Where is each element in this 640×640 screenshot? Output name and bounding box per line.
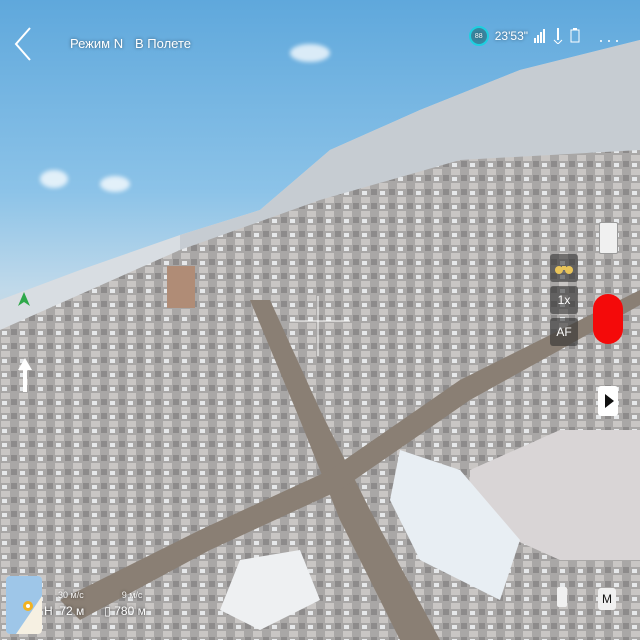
distance-value: 780 м xyxy=(114,604,146,618)
binoculars-icon xyxy=(555,266,573,274)
back-button[interactable] xyxy=(12,24,40,64)
height-readout: H 72 м xyxy=(44,604,84,618)
shot-mode-button[interactable] xyxy=(599,222,618,254)
telemetry-panel: 30 м/с 9 м/с H 72 м ▯ 780 м xyxy=(44,590,146,618)
home-marker-icon xyxy=(18,358,32,392)
distance-readout: ▯ 780 м xyxy=(104,604,146,618)
record-button[interactable] xyxy=(593,294,623,344)
battery-percent: 88 xyxy=(474,32,483,40)
more-dots-icon[interactable]: ··· xyxy=(598,30,622,51)
drone-icon xyxy=(553,28,563,44)
battery-icon xyxy=(570,28,580,43)
play-icon xyxy=(604,394,614,408)
vertical-speed: 9 м/с xyxy=(121,590,143,600)
compass-north-icon xyxy=(18,292,30,306)
minimap-icon xyxy=(6,576,42,634)
crosshair xyxy=(290,296,350,356)
flight-time: 23'53" xyxy=(494,29,528,43)
media-icon[interactable] xyxy=(556,585,568,609)
camera-controls: 1x AF xyxy=(550,254,580,346)
playback-button[interactable] xyxy=(598,386,618,416)
binoculars-button[interactable] xyxy=(550,254,578,282)
back-arrow-icon xyxy=(14,27,31,61)
flight-mode-label[interactable]: Режим N xyxy=(70,36,123,51)
focus-button[interactable]: AF xyxy=(550,318,578,346)
zoom-button[interactable]: 1x xyxy=(550,286,578,314)
horizontal-speed: 30 м/с xyxy=(58,590,84,600)
mode-m-icon[interactable]: M xyxy=(598,588,616,610)
minimap[interactable] xyxy=(6,576,42,634)
status-bar: 88 23'53" xyxy=(468,26,580,46)
height-prefix: H xyxy=(44,604,53,618)
signal-bars-icon xyxy=(534,29,545,43)
height-value: 72 м xyxy=(59,604,85,618)
flight-status-label: В Полете xyxy=(135,36,191,51)
battery-badge: 88 xyxy=(468,26,489,46)
